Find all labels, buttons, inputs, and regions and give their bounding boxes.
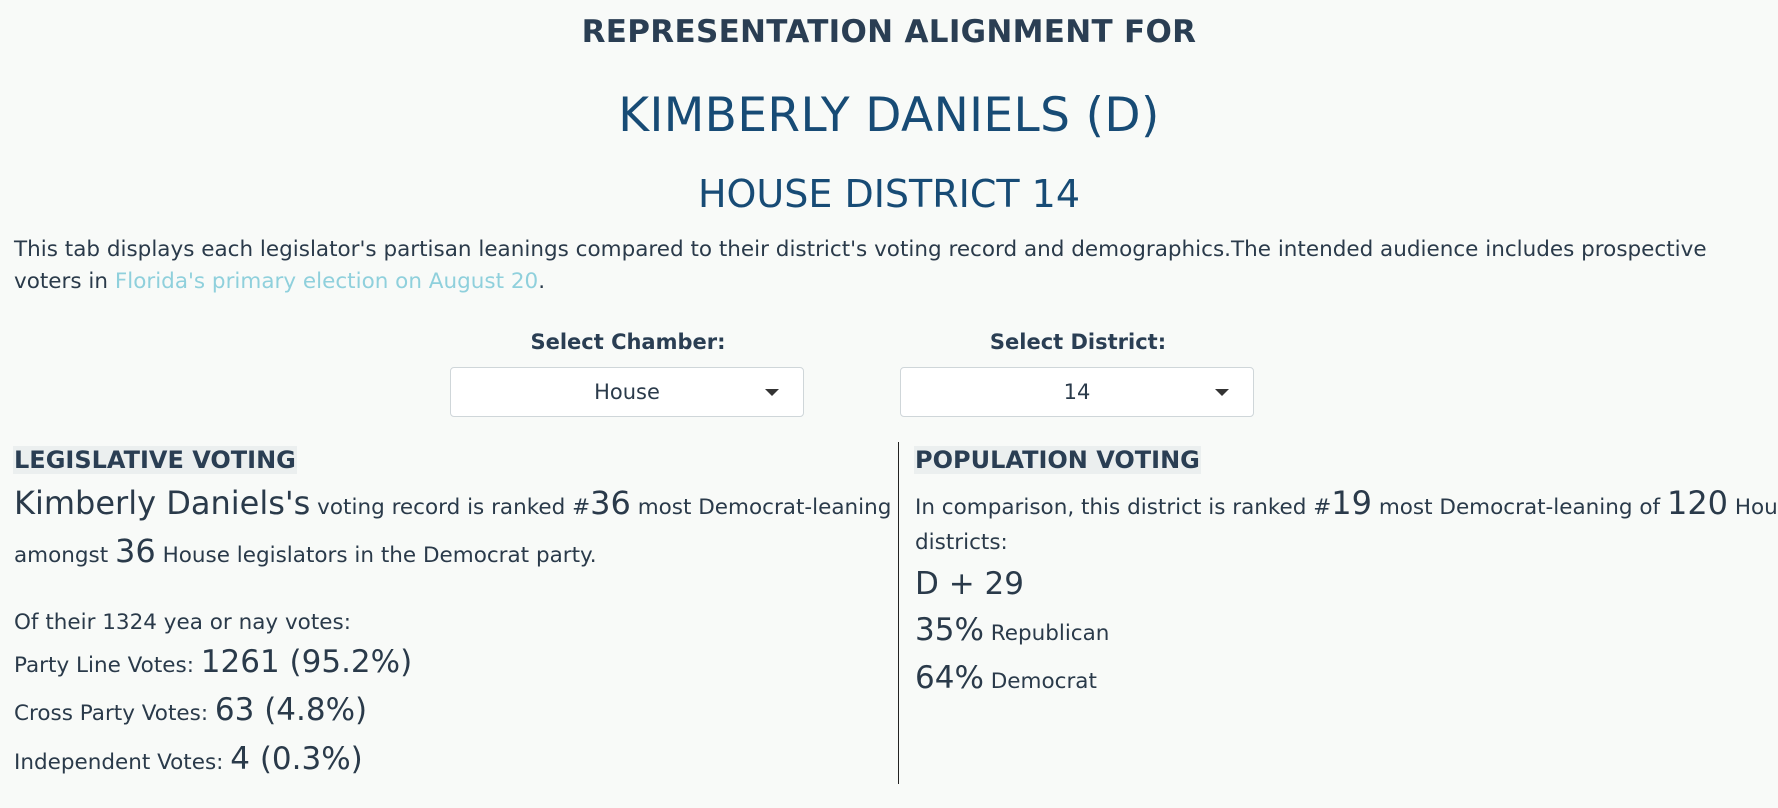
pop-rank-text-mid: most Democrat-leaning of (1372, 495, 1667, 520)
pop-rank-text-end: House (1734, 495, 1778, 520)
legislative-voting-title: LEGISLATIVE VOTING (13, 446, 297, 474)
district-title: HOUSE DISTRICT 14 (697, 172, 1081, 216)
primary-election-link[interactable]: Florida's primary election on August 20 (115, 269, 538, 294)
cross-party-label: Cross Party Votes: (14, 701, 215, 726)
legislator-name: Kimberly Daniels's (14, 484, 311, 522)
republican-label: Republican (983, 621, 1110, 646)
intro-end: . (538, 269, 546, 294)
page: REPRESENTATION ALIGNMENT FOR KIMBERLY DA… (0, 0, 1778, 808)
independent-votes: Independent Votes: 4 (0.3%) (14, 741, 363, 777)
votes-intro: Of their 1324 yea or nay votes: (14, 610, 351, 635)
amongst-text-end: House legislators in the Democrat party. (155, 543, 597, 568)
independent-label: Independent Votes: (14, 750, 231, 775)
column-divider (898, 442, 899, 784)
chamber-select-value: House (594, 380, 660, 404)
pop-rank-text: In comparison, this district is ranked # (915, 495, 1332, 520)
chamber-select-label: Select Chamber: (530, 330, 726, 354)
district-select[interactable]: 14 (900, 367, 1254, 417)
independent-value: 4 (0.3%) (230, 741, 363, 777)
legislative-amongst-line: amongst 36 House legislators in the Demo… (14, 532, 597, 570)
party-line-votes: Party Line Votes: 1261 (95.2%) (14, 644, 412, 680)
chamber-select[interactable]: House (450, 367, 804, 417)
district-select-value: 14 (1063, 380, 1091, 404)
legislator-name-title: KIMBERLY DANIELS (D) (618, 88, 1160, 143)
party-line-label: Party Line Votes: (14, 653, 201, 678)
district-select-label: Select District: (989, 330, 1167, 354)
cross-party-votes: Cross Party Votes: 63 (4.8%) (14, 692, 367, 728)
district-rank: 19 (1331, 484, 1372, 522)
page-eyebrow: REPRESENTATION ALIGNMENT FOR (581, 14, 1197, 50)
legislator-rank: 36 (590, 484, 631, 522)
intro-paragraph: This tab displays each legislator's part… (14, 234, 1772, 298)
chevron-down-icon (765, 389, 779, 396)
legislative-rank-line: Kimberly Daniels's voting record is rank… (14, 484, 891, 522)
districts-label: districts: (915, 530, 1008, 555)
party-line-value: 1261 (95.2%) (200, 644, 413, 680)
democrat-label: Democrat (983, 669, 1097, 694)
democrat-share: 64% Democrat (915, 660, 1097, 696)
democrat-pct: 64% (915, 660, 984, 696)
district-total: 120 (1666, 484, 1729, 522)
republican-pct: 35% (915, 612, 984, 648)
rank-text-end: most Democrat-leaning (630, 495, 892, 520)
cross-party-value: 63 (4.8%) (214, 692, 368, 728)
population-voting-title: POPULATION VOTING (914, 446, 1201, 474)
rank-text: voting record is ranked # (310, 495, 591, 520)
population-rank-line: In comparison, this district is ranked #… (915, 484, 1778, 522)
republican-share: 35% Republican (915, 612, 1109, 648)
chevron-down-icon (1215, 389, 1229, 396)
amongst-text: amongst (14, 543, 116, 568)
legislator-total: 36 (115, 532, 156, 570)
partisan-lean: D + 29 (915, 566, 1024, 602)
